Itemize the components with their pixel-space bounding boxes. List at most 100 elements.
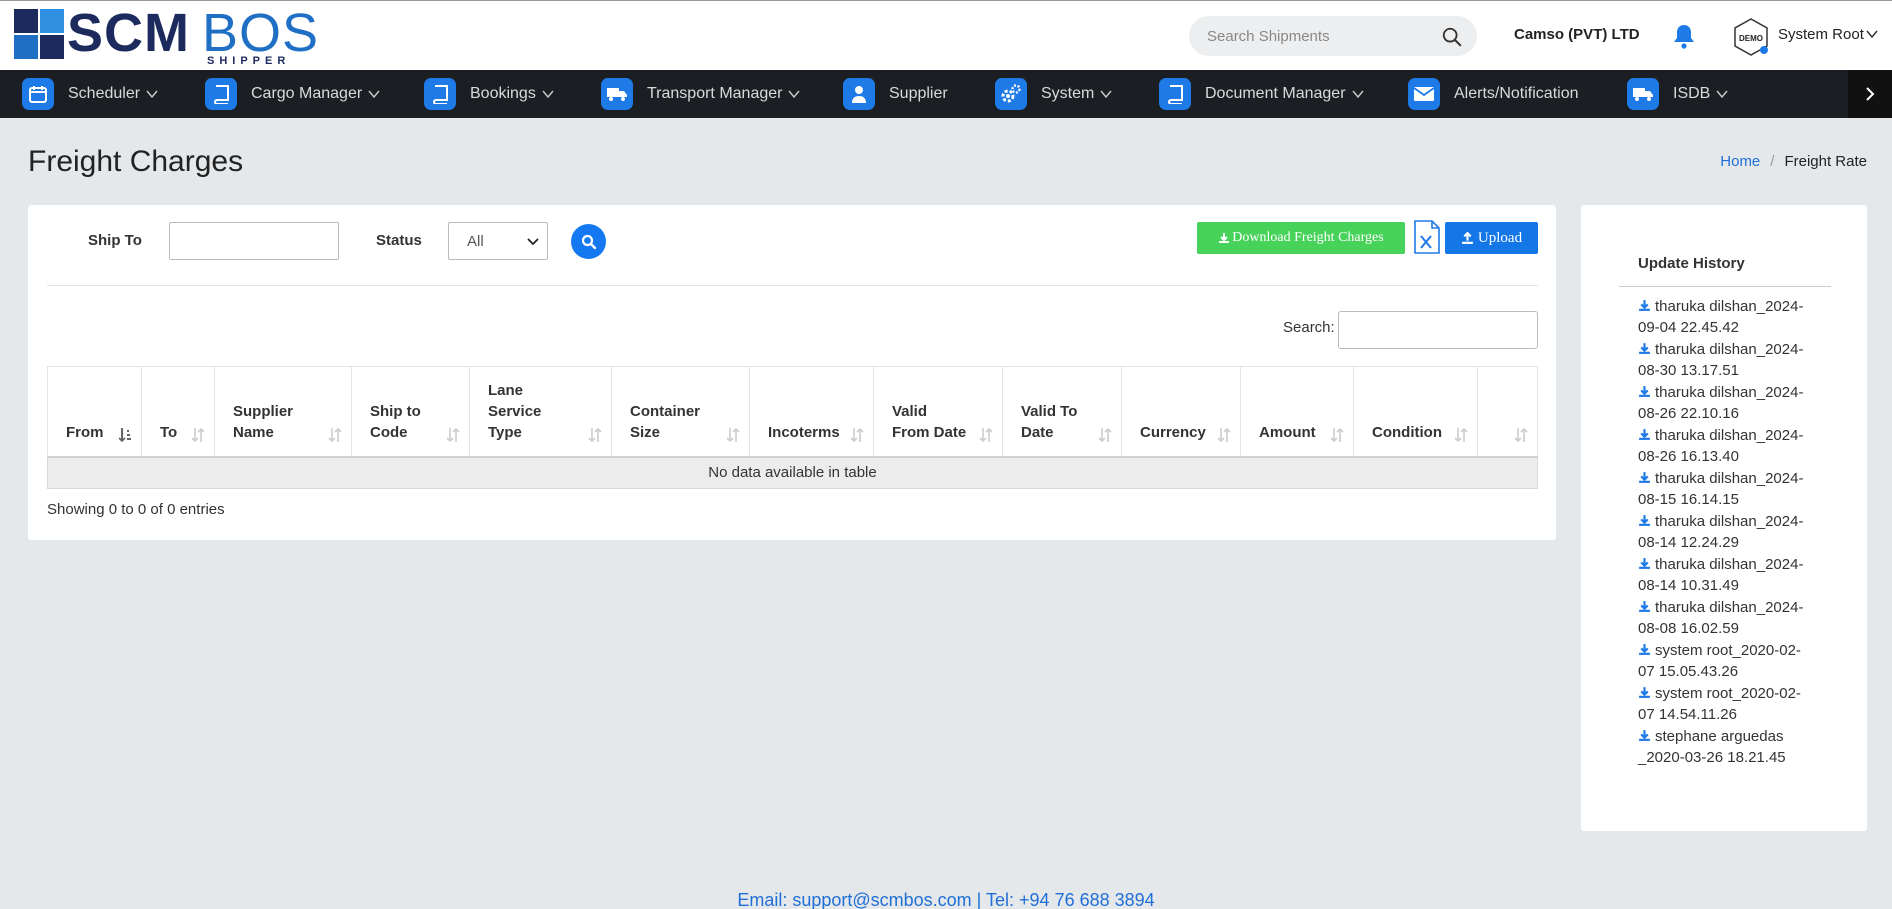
chevron-down-icon[interactable] bbox=[1866, 29, 1878, 39]
history-entry-line: 08-15 16.14.15 bbox=[1638, 491, 1739, 508]
column-label: Service bbox=[488, 402, 542, 420]
sort-icon bbox=[979, 427, 993, 442]
history-entry-link[interactable]: tharuka dilshan_2024- 08-30 13.17.51 bbox=[1638, 339, 1818, 381]
breadcrumb-home-link[interactable]: Home bbox=[1720, 153, 1760, 170]
chevron-down-icon bbox=[1100, 90, 1112, 98]
empty-table-message: No data available in table bbox=[47, 455, 1538, 489]
column-label: Code bbox=[370, 423, 408, 441]
history-entry-link[interactable]: stephane arguedas _2020-03-26 18.21.45 bbox=[1638, 726, 1818, 768]
search-icon bbox=[581, 234, 596, 249]
nav-item-isdb[interactable]: ISDB bbox=[1627, 70, 1728, 118]
nav-item-document-manager[interactable]: Document Manager bbox=[1159, 70, 1364, 118]
column-header-amount[interactable]: Amount bbox=[1240, 366, 1354, 457]
column-header-currency[interactable]: Currency bbox=[1121, 366, 1241, 457]
history-entry-line: 08-26 22.10.16 bbox=[1638, 405, 1739, 422]
excel-file-icon[interactable] bbox=[1413, 220, 1441, 254]
column-label: Incoterms bbox=[768, 423, 840, 441]
column-header-valid-to-date[interactable]: Valid To Date bbox=[1002, 366, 1122, 457]
download-icon bbox=[1639, 429, 1650, 440]
column-label: Name bbox=[233, 423, 274, 441]
column-label: Date bbox=[1021, 423, 1054, 441]
nav-label: Document Manager bbox=[1205, 85, 1346, 102]
download-icon bbox=[1639, 343, 1650, 354]
status-select[interactable]: All bbox=[448, 222, 548, 260]
bell-icon[interactable] bbox=[1672, 23, 1696, 49]
column-label: Container bbox=[630, 402, 701, 420]
history-entry-line: tharuka dilshan_2024- bbox=[1655, 427, 1804, 444]
column-label: Amount bbox=[1259, 423, 1316, 441]
column-header-actions[interactable] bbox=[1477, 366, 1538, 457]
sort-icon bbox=[726, 427, 740, 442]
column-label: To bbox=[160, 423, 178, 441]
history-entry-line: tharuka dilshan_2024- bbox=[1655, 341, 1804, 358]
nav-item-supplier[interactable]: Supplier bbox=[843, 70, 948, 118]
main-nav: Scheduler Cargo Manager Bookings Transpo… bbox=[0, 70, 1892, 118]
history-entry-link[interactable]: tharuka dilshan_2024- 08-08 16.02.59 bbox=[1638, 597, 1818, 639]
column-label: Valid bbox=[892, 402, 928, 420]
column-header-ship-to-code[interactable]: Ship to Code bbox=[351, 366, 470, 457]
column-header-incoterms[interactable]: Incoterms bbox=[749, 366, 874, 457]
history-entry-link[interactable]: tharuka dilshan_2024- 08-14 10.31.49 bbox=[1638, 554, 1818, 596]
sort-icon bbox=[1217, 427, 1231, 442]
history-entry-line: stephane arguedas bbox=[1655, 728, 1784, 745]
column-label: Condition bbox=[1372, 423, 1442, 441]
filter-search-button[interactable] bbox=[571, 224, 606, 259]
column-header-container-size[interactable]: Container Size bbox=[611, 366, 750, 457]
nav-scroll-right-button[interactable] bbox=[1848, 70, 1892, 118]
column-header-from[interactable]: From bbox=[47, 366, 142, 457]
upload-button[interactable]: Upload bbox=[1445, 222, 1538, 254]
download-icon bbox=[1639, 300, 1650, 311]
history-entry-line: 08-26 16.13.40 bbox=[1638, 448, 1739, 465]
nav-item-alerts-notification[interactable]: Alerts/Notification bbox=[1408, 70, 1579, 118]
top-header: SCMBOS SHIPPER Camso (PVT) LTD DEMO Syst… bbox=[0, 0, 1892, 70]
table-search-label: Search: bbox=[1283, 319, 1335, 336]
history-entry-line: 08-08 16.02.59 bbox=[1638, 620, 1739, 637]
sort-icon bbox=[588, 427, 602, 442]
nav-item-transport-manager[interactable]: Transport Manager bbox=[601, 70, 801, 118]
table-search-input[interactable] bbox=[1338, 311, 1538, 349]
shipment-search-input[interactable] bbox=[1207, 26, 1427, 46]
column-header-valid-from-date[interactable]: Valid From Date bbox=[873, 366, 1003, 457]
table-row: No data available in table bbox=[47, 455, 1538, 489]
history-entry-link[interactable]: tharuka dilshan_2024- 08-15 16.14.15 bbox=[1638, 468, 1818, 510]
nav-item-scheduler[interactable]: Scheduler bbox=[22, 70, 158, 118]
history-entry-line: system root_2020-02- bbox=[1655, 685, 1801, 702]
status-label: Status bbox=[376, 232, 422, 249]
status-selected-value: All bbox=[467, 233, 484, 250]
history-entry-link[interactable]: tharuka dilshan_2024- 08-26 22.10.16 bbox=[1638, 382, 1818, 424]
history-entry-link[interactable]: tharuka dilshan_2024- 08-26 16.13.40 bbox=[1638, 425, 1818, 467]
avatar-badge: DEMO bbox=[1739, 34, 1763, 43]
history-entry-link[interactable]: tharuka dilshan_2024- 09-04 22.45.42 bbox=[1638, 296, 1818, 338]
column-header-condition[interactable]: Condition bbox=[1353, 366, 1478, 457]
column-header-lane-service-type[interactable]: Lane Service Type bbox=[469, 366, 612, 457]
ship-to-input[interactable] bbox=[169, 222, 339, 260]
book-icon bbox=[205, 78, 237, 110]
column-label: Valid To bbox=[1021, 402, 1078, 420]
download-icon bbox=[1639, 558, 1650, 569]
user-name[interactable]: System Root bbox=[1778, 26, 1864, 43]
column-header-supplier-name[interactable]: Supplier Name bbox=[214, 366, 352, 457]
nav-label: Cargo Manager bbox=[251, 85, 363, 102]
history-entry-link[interactable]: system root_2020-02- 07 15.05.43.26 bbox=[1638, 640, 1818, 682]
nav-label: System bbox=[1041, 85, 1095, 102]
history-entry-link[interactable]: tharuka dilshan_2024- 08-14 12.24.29 bbox=[1638, 511, 1818, 553]
download-icon bbox=[1639, 515, 1650, 526]
avatar[interactable]: DEMO bbox=[1732, 17, 1770, 57]
scmbos-logo[interactable]: SCM BOS SHIPPER bbox=[14, 3, 324, 69]
column-label: From bbox=[66, 423, 104, 441]
ship-to-label: Ship To bbox=[88, 232, 142, 249]
download-freight-charges-button[interactable]: Download Freight Charges bbox=[1197, 222, 1405, 254]
history-entry-link[interactable]: system root_2020-02- 07 14.54.11.26 bbox=[1638, 683, 1818, 725]
nav-item-cargo-manager[interactable]: Cargo Manager bbox=[205, 70, 380, 118]
freight-charges-table: From To Supplier Name Ship to Code Lane Ser… bbox=[47, 366, 1538, 489]
sort-icon bbox=[1514, 427, 1528, 442]
column-header-to[interactable]: To bbox=[141, 366, 215, 457]
sort-icon bbox=[1454, 427, 1468, 442]
nav-item-bookings[interactable]: Bookings bbox=[424, 70, 554, 118]
download-icon bbox=[1219, 233, 1230, 243]
nav-item-system[interactable]: System bbox=[995, 70, 1112, 118]
sort-asc-icon bbox=[118, 427, 131, 442]
logo-mark bbox=[14, 9, 64, 59]
search-icon[interactable] bbox=[1441, 26, 1463, 48]
column-label: Ship to bbox=[370, 402, 421, 420]
